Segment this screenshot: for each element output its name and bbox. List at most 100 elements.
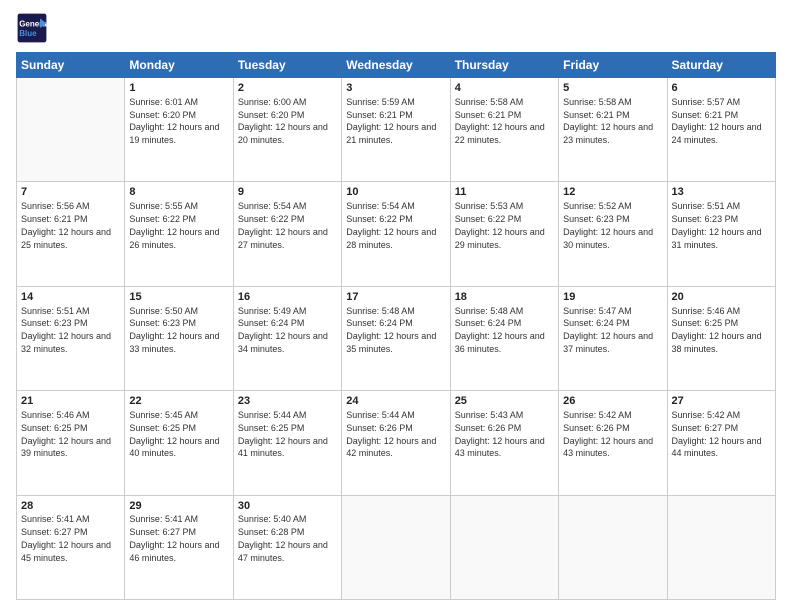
day-info: Sunrise: 5:46 AMSunset: 6:25 PMDaylight:… bbox=[21, 410, 111, 458]
calendar-table: SundayMondayTuesdayWednesdayThursdayFrid… bbox=[16, 52, 776, 600]
day-info: Sunrise: 6:01 AMSunset: 6:20 PMDaylight:… bbox=[129, 97, 219, 145]
calendar-cell: 12 Sunrise: 5:52 AMSunset: 6:23 PMDaylig… bbox=[559, 182, 667, 286]
day-info: Sunrise: 5:47 AMSunset: 6:24 PMDaylight:… bbox=[563, 306, 653, 354]
day-number: 15 bbox=[129, 290, 228, 305]
calendar-cell: 6 Sunrise: 5:57 AMSunset: 6:21 PMDayligh… bbox=[667, 78, 775, 182]
calendar-week-4: 28 Sunrise: 5:41 AMSunset: 6:27 PMDaylig… bbox=[17, 495, 776, 599]
calendar-cell bbox=[667, 495, 775, 599]
day-number: 9 bbox=[238, 185, 337, 200]
day-number: 11 bbox=[455, 185, 554, 200]
calendar-week-1: 7 Sunrise: 5:56 AMSunset: 6:21 PMDayligh… bbox=[17, 182, 776, 286]
calendar-header-row: SundayMondayTuesdayWednesdayThursdayFrid… bbox=[17, 53, 776, 78]
calendar-week-3: 21 Sunrise: 5:46 AMSunset: 6:25 PMDaylig… bbox=[17, 391, 776, 495]
day-number: 7 bbox=[21, 185, 120, 200]
day-number: 28 bbox=[21, 499, 120, 514]
day-info: Sunrise: 5:53 AMSunset: 6:22 PMDaylight:… bbox=[455, 201, 545, 249]
day-info: Sunrise: 5:42 AMSunset: 6:27 PMDaylight:… bbox=[672, 410, 762, 458]
calendar-cell: 3 Sunrise: 5:59 AMSunset: 6:21 PMDayligh… bbox=[342, 78, 450, 182]
calendar-cell: 16 Sunrise: 5:49 AMSunset: 6:24 PMDaylig… bbox=[233, 286, 341, 390]
svg-text:Blue: Blue bbox=[19, 29, 37, 38]
day-number: 1 bbox=[129, 81, 228, 96]
day-info: Sunrise: 5:54 AMSunset: 6:22 PMDaylight:… bbox=[238, 201, 328, 249]
day-info: Sunrise: 5:41 AMSunset: 6:27 PMDaylight:… bbox=[21, 514, 111, 562]
calendar-cell: 21 Sunrise: 5:46 AMSunset: 6:25 PMDaylig… bbox=[17, 391, 125, 495]
calendar-header-monday: Monday bbox=[125, 53, 233, 78]
day-number: 24 bbox=[346, 394, 445, 409]
day-number: 13 bbox=[672, 185, 771, 200]
calendar-header-saturday: Saturday bbox=[667, 53, 775, 78]
day-number: 14 bbox=[21, 290, 120, 305]
day-info: Sunrise: 5:48 AMSunset: 6:24 PMDaylight:… bbox=[455, 306, 545, 354]
day-info: Sunrise: 5:59 AMSunset: 6:21 PMDaylight:… bbox=[346, 97, 436, 145]
day-number: 6 bbox=[672, 81, 771, 96]
day-info: Sunrise: 6:00 AMSunset: 6:20 PMDaylight:… bbox=[238, 97, 328, 145]
calendar-cell: 8 Sunrise: 5:55 AMSunset: 6:22 PMDayligh… bbox=[125, 182, 233, 286]
day-info: Sunrise: 5:50 AMSunset: 6:23 PMDaylight:… bbox=[129, 306, 219, 354]
calendar-cell bbox=[17, 78, 125, 182]
header: General Blue bbox=[16, 12, 776, 44]
day-info: Sunrise: 5:45 AMSunset: 6:25 PMDaylight:… bbox=[129, 410, 219, 458]
calendar-week-0: 1 Sunrise: 6:01 AMSunset: 6:20 PMDayligh… bbox=[17, 78, 776, 182]
calendar-header-friday: Friday bbox=[559, 53, 667, 78]
calendar-header-thursday: Thursday bbox=[450, 53, 558, 78]
calendar-header-sunday: Sunday bbox=[17, 53, 125, 78]
day-number: 18 bbox=[455, 290, 554, 305]
day-number: 27 bbox=[672, 394, 771, 409]
calendar-cell: 18 Sunrise: 5:48 AMSunset: 6:24 PMDaylig… bbox=[450, 286, 558, 390]
calendar-cell: 30 Sunrise: 5:40 AMSunset: 6:28 PMDaylig… bbox=[233, 495, 341, 599]
day-info: Sunrise: 5:44 AMSunset: 6:25 PMDaylight:… bbox=[238, 410, 328, 458]
day-info: Sunrise: 5:58 AMSunset: 6:21 PMDaylight:… bbox=[563, 97, 653, 145]
calendar-cell: 25 Sunrise: 5:43 AMSunset: 6:26 PMDaylig… bbox=[450, 391, 558, 495]
day-number: 3 bbox=[346, 81, 445, 96]
calendar-cell: 28 Sunrise: 5:41 AMSunset: 6:27 PMDaylig… bbox=[17, 495, 125, 599]
day-info: Sunrise: 5:56 AMSunset: 6:21 PMDaylight:… bbox=[21, 201, 111, 249]
calendar-cell: 22 Sunrise: 5:45 AMSunset: 6:25 PMDaylig… bbox=[125, 391, 233, 495]
day-info: Sunrise: 5:51 AMSunset: 6:23 PMDaylight:… bbox=[672, 201, 762, 249]
day-number: 19 bbox=[563, 290, 662, 305]
day-info: Sunrise: 5:46 AMSunset: 6:25 PMDaylight:… bbox=[672, 306, 762, 354]
logo: General Blue bbox=[16, 12, 52, 44]
calendar-cell: 7 Sunrise: 5:56 AMSunset: 6:21 PMDayligh… bbox=[17, 182, 125, 286]
calendar-cell: 24 Sunrise: 5:44 AMSunset: 6:26 PMDaylig… bbox=[342, 391, 450, 495]
calendar-header-wednesday: Wednesday bbox=[342, 53, 450, 78]
calendar-week-2: 14 Sunrise: 5:51 AMSunset: 6:23 PMDaylig… bbox=[17, 286, 776, 390]
calendar-cell: 13 Sunrise: 5:51 AMSunset: 6:23 PMDaylig… bbox=[667, 182, 775, 286]
day-number: 10 bbox=[346, 185, 445, 200]
day-info: Sunrise: 5:57 AMSunset: 6:21 PMDaylight:… bbox=[672, 97, 762, 145]
calendar-cell: 9 Sunrise: 5:54 AMSunset: 6:22 PMDayligh… bbox=[233, 182, 341, 286]
day-number: 12 bbox=[563, 185, 662, 200]
calendar-header-tuesday: Tuesday bbox=[233, 53, 341, 78]
day-info: Sunrise: 5:40 AMSunset: 6:28 PMDaylight:… bbox=[238, 514, 328, 562]
calendar-cell: 5 Sunrise: 5:58 AMSunset: 6:21 PMDayligh… bbox=[559, 78, 667, 182]
calendar-cell: 17 Sunrise: 5:48 AMSunset: 6:24 PMDaylig… bbox=[342, 286, 450, 390]
calendar-cell: 20 Sunrise: 5:46 AMSunset: 6:25 PMDaylig… bbox=[667, 286, 775, 390]
calendar-cell bbox=[342, 495, 450, 599]
calendar-cell: 4 Sunrise: 5:58 AMSunset: 6:21 PMDayligh… bbox=[450, 78, 558, 182]
calendar-cell: 1 Sunrise: 6:01 AMSunset: 6:20 PMDayligh… bbox=[125, 78, 233, 182]
day-info: Sunrise: 5:48 AMSunset: 6:24 PMDaylight:… bbox=[346, 306, 436, 354]
day-number: 2 bbox=[238, 81, 337, 96]
day-info: Sunrise: 5:49 AMSunset: 6:24 PMDaylight:… bbox=[238, 306, 328, 354]
day-number: 5 bbox=[563, 81, 662, 96]
calendar-cell: 10 Sunrise: 5:54 AMSunset: 6:22 PMDaylig… bbox=[342, 182, 450, 286]
day-number: 26 bbox=[563, 394, 662, 409]
calendar-cell: 19 Sunrise: 5:47 AMSunset: 6:24 PMDaylig… bbox=[559, 286, 667, 390]
day-number: 30 bbox=[238, 499, 337, 514]
calendar-cell: 23 Sunrise: 5:44 AMSunset: 6:25 PMDaylig… bbox=[233, 391, 341, 495]
day-number: 4 bbox=[455, 81, 554, 96]
day-info: Sunrise: 5:52 AMSunset: 6:23 PMDaylight:… bbox=[563, 201, 653, 249]
day-info: Sunrise: 5:58 AMSunset: 6:21 PMDaylight:… bbox=[455, 97, 545, 145]
day-number: 23 bbox=[238, 394, 337, 409]
calendar-cell bbox=[559, 495, 667, 599]
calendar-cell: 27 Sunrise: 5:42 AMSunset: 6:27 PMDaylig… bbox=[667, 391, 775, 495]
day-info: Sunrise: 5:42 AMSunset: 6:26 PMDaylight:… bbox=[563, 410, 653, 458]
day-number: 20 bbox=[672, 290, 771, 305]
calendar-cell: 29 Sunrise: 5:41 AMSunset: 6:27 PMDaylig… bbox=[125, 495, 233, 599]
calendar-cell bbox=[450, 495, 558, 599]
day-info: Sunrise: 5:54 AMSunset: 6:22 PMDaylight:… bbox=[346, 201, 436, 249]
calendar-cell: 11 Sunrise: 5:53 AMSunset: 6:22 PMDaylig… bbox=[450, 182, 558, 286]
day-info: Sunrise: 5:41 AMSunset: 6:27 PMDaylight:… bbox=[129, 514, 219, 562]
calendar-cell: 2 Sunrise: 6:00 AMSunset: 6:20 PMDayligh… bbox=[233, 78, 341, 182]
calendar-cell: 26 Sunrise: 5:42 AMSunset: 6:26 PMDaylig… bbox=[559, 391, 667, 495]
day-number: 17 bbox=[346, 290, 445, 305]
